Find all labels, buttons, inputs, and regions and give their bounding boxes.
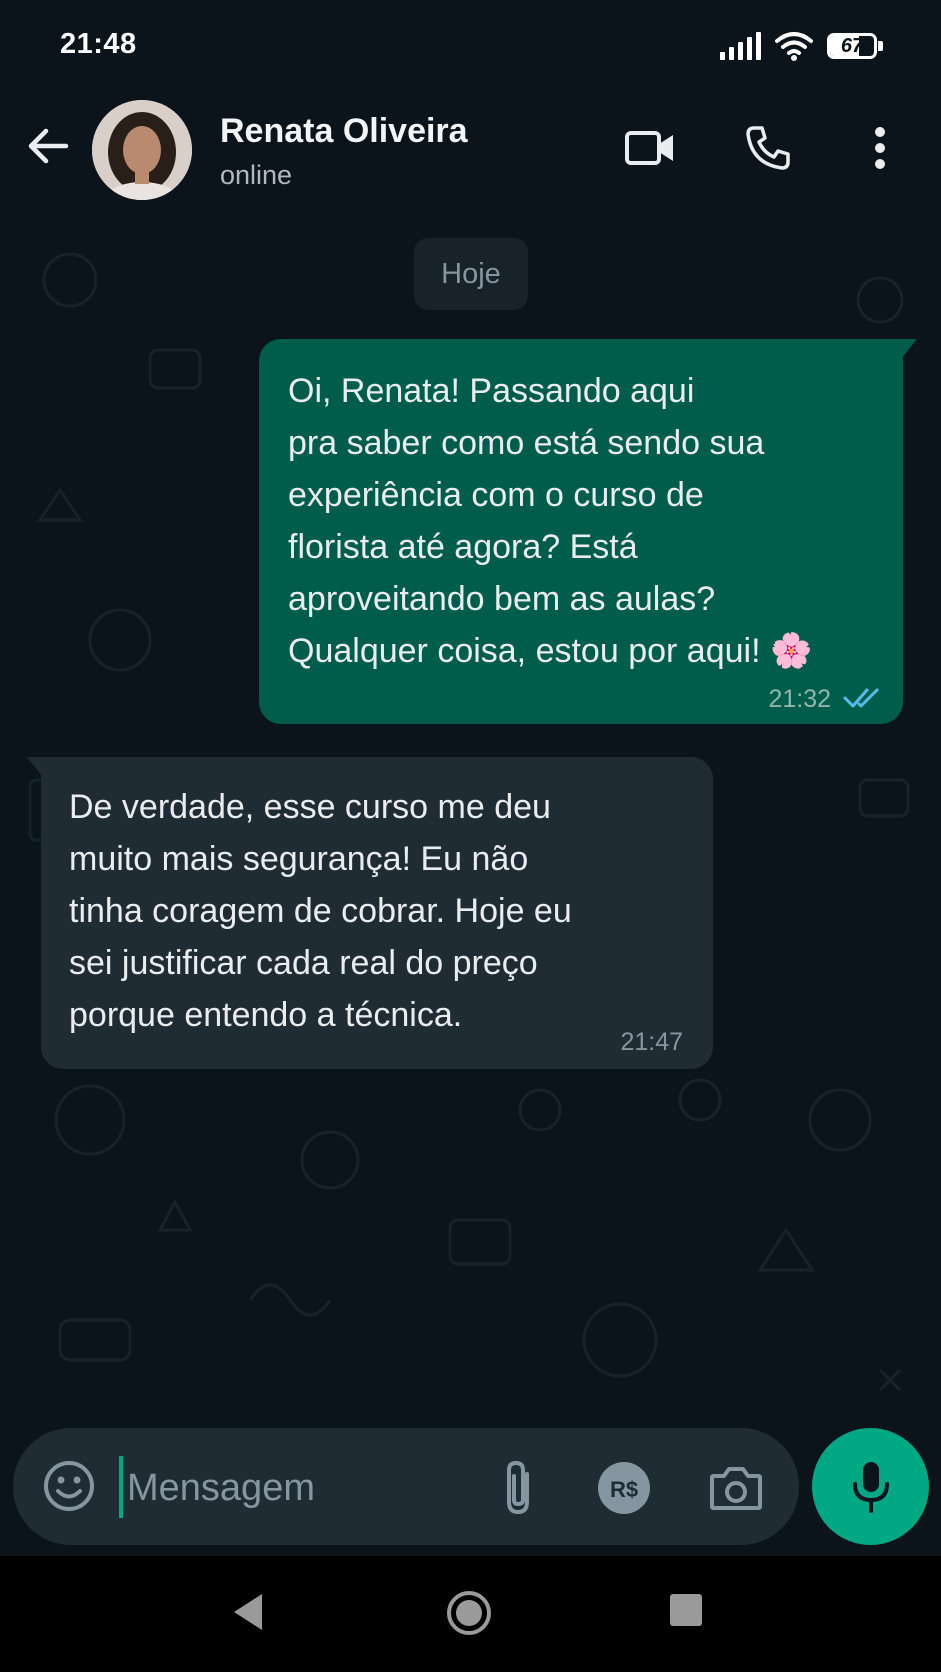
nav-back-button[interactable]	[228, 1590, 268, 1634]
phone-icon	[746, 126, 790, 170]
message-text: Oi, Renata! Passando aqui pra saber como…	[288, 372, 813, 670]
battery-icon: 67	[827, 33, 883, 59]
signal-icon	[720, 32, 761, 60]
avatar[interactable]	[92, 100, 192, 200]
microphone-icon	[852, 1461, 889, 1513]
message-time: 21:47	[620, 1028, 683, 1056]
wifi-icon	[775, 32, 813, 61]
avatar-image	[92, 100, 192, 200]
circle-home-icon	[447, 1591, 491, 1635]
double-check-icon	[843, 688, 879, 708]
video-call-button[interactable]	[620, 120, 680, 176]
battery-level: 67	[840, 35, 864, 57]
svg-text:R$: R$	[610, 1477, 638, 1502]
message-time: 21:32	[768, 685, 831, 713]
nav-recents-button[interactable]	[670, 1594, 702, 1626]
voice-message-button[interactable]	[812, 1428, 929, 1545]
nav-home-button[interactable]	[446, 1590, 492, 1636]
chat-header: Renata Oliveira online	[0, 90, 941, 220]
attach-button[interactable]	[495, 1458, 541, 1518]
triangle-back-icon	[234, 1594, 262, 1630]
message-input[interactable]	[125, 1452, 459, 1524]
status-time: 21:48	[60, 28, 137, 60]
outgoing-message[interactable]: Oi, Renata! Passando aqui pra saber como…	[259, 339, 917, 724]
emoji-button[interactable]	[41, 1458, 97, 1514]
system-nav-bar	[0, 1556, 941, 1672]
emoji-icon	[44, 1461, 94, 1511]
payment-icon: R$	[598, 1462, 650, 1514]
more-vert-icon	[875, 127, 885, 169]
contact-name[interactable]: Renata Oliveira	[220, 112, 468, 151]
back-button[interactable]	[22, 120, 74, 172]
voice-call-button[interactable]	[738, 120, 798, 176]
bubble-tail	[27, 757, 43, 777]
camera-icon	[710, 1467, 762, 1510]
date-label: Hoje	[414, 238, 528, 310]
bubble-tail	[901, 339, 917, 359]
contact-status: online	[220, 160, 293, 190]
status-icons: 67	[720, 26, 883, 66]
video-call-icon	[625, 131, 673, 165]
message-composer: R$	[13, 1428, 799, 1545]
status-bar: 21:48 67	[0, 0, 941, 90]
arrow-back-icon	[28, 128, 69, 164]
camera-button[interactable]	[708, 1462, 764, 1512]
incoming-message[interactable]: De verdade, esse curso me deu muito mais…	[27, 757, 713, 1069]
paperclip-icon	[507, 1460, 529, 1515]
chat-area[interactable]: Hoje Oi, Renata! Passando aqui pra saber…	[0, 220, 941, 1438]
text-cursor	[119, 1456, 123, 1518]
payment-button[interactable]: R$	[596, 1460, 652, 1516]
more-options-button[interactable]	[858, 120, 902, 176]
message-text: De verdade, esse curso me deu muito mais…	[69, 788, 572, 1034]
